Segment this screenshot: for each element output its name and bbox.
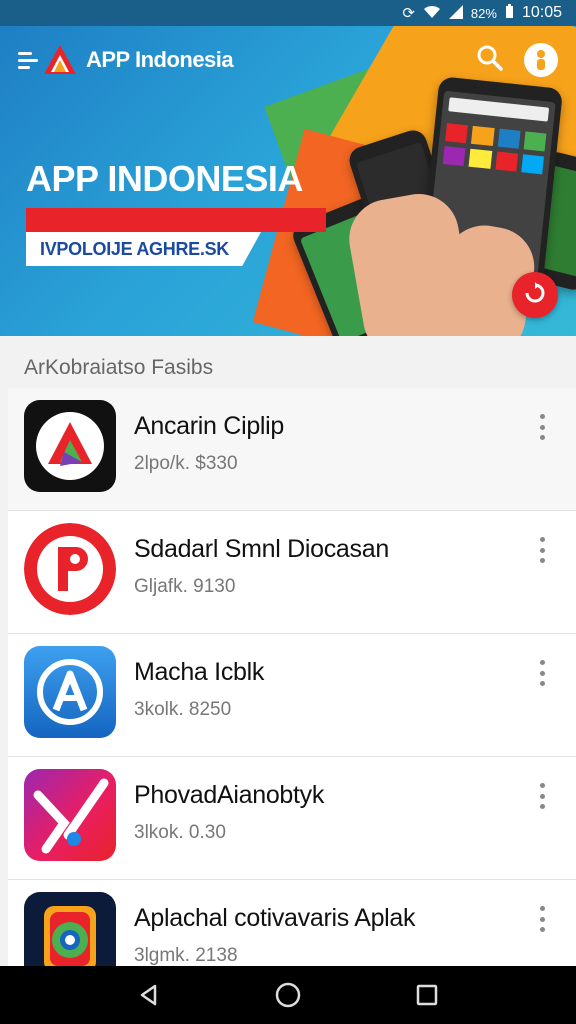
clock: 10:05 [521,4,562,21]
app-name: Macha Icblk [134,658,265,686]
avatar-icon[interactable] [524,43,558,77]
more-options-icon[interactable] [534,906,550,932]
more-options-icon[interactable] [534,414,550,440]
back-button[interactable] [129,975,169,1015]
more-options-icon[interactable] [534,660,550,686]
hero-title: APP INDONESIA [26,158,303,199]
app-name: PhovadAianobtyk [134,781,325,809]
recents-button[interactable] [407,975,447,1015]
battery-text: 82% [470,5,497,21]
app-store-icon [24,646,116,738]
tri-logo-icon [24,400,116,492]
refresh-icon [524,281,546,309]
hero-tagline: IVPOLOIJE AGHRE.SK [26,232,261,266]
app-meta: 3lgmk. 2138 [134,945,238,966]
app-name: Aplachal cotivavaris Aplak [134,904,416,932]
search-button[interactable] [470,40,510,80]
hero-red-bar [26,208,326,232]
app-meta: 3lkok. 0.30 [134,822,226,843]
more-options-icon[interactable] [534,783,550,809]
app-title: APP Indonesia [86,47,234,72]
list-item[interactable]: Sdadarl Smnl Diocasan Gljafk. 9130 [8,511,576,634]
list-item[interactable]: Ancarin Ciplip 2lpo/k. $330 [8,388,576,511]
wifi-icon [423,5,441,22]
app-meta: 2lpo/k. $330 [134,453,238,474]
app-meta: Gljafk. 9130 [134,576,236,597]
logo-icon [42,42,78,78]
app-list: Ancarin Ciplip 2lpo/k. $330 Sdadarl Smnl… [8,388,576,1003]
search-icon [477,45,503,76]
hero-banner[interactable]: APP Indonesia APP INDONESIA IVPOLOIJE AG… [0,26,576,336]
list-item[interactable]: PhovadAianobtyk 3lkok. 0.30 [8,757,576,880]
y-logo-icon [24,769,116,861]
signal-icon [448,4,463,22]
battery-icon [505,4,514,22]
app-name: Ancarin Ciplip [134,412,285,440]
sync-icon: ⟳ [402,4,415,22]
list-item[interactable]: Macha Icblk 3kolk. 8250 [8,634,576,757]
app-meta: 3kolk. 8250 [134,699,232,720]
app-bar: APP Indonesia [18,36,558,84]
home-button[interactable] [268,975,308,1015]
status-bar: ⟳ 82% 10:05 [0,0,576,26]
system-nav-bar [0,966,576,1024]
refresh-button[interactable] [512,272,558,318]
recents-icon [416,984,437,1006]
p-logo-icon [24,523,116,615]
more-options-icon[interactable] [534,537,550,563]
back-icon [141,984,157,1006]
home-icon [275,982,301,1008]
menu-icon[interactable] [18,51,38,69]
app-name: Sdadarl Smnl Diocasan [134,535,389,563]
section-title: ArKobraiatso Fasibs [24,356,214,379]
